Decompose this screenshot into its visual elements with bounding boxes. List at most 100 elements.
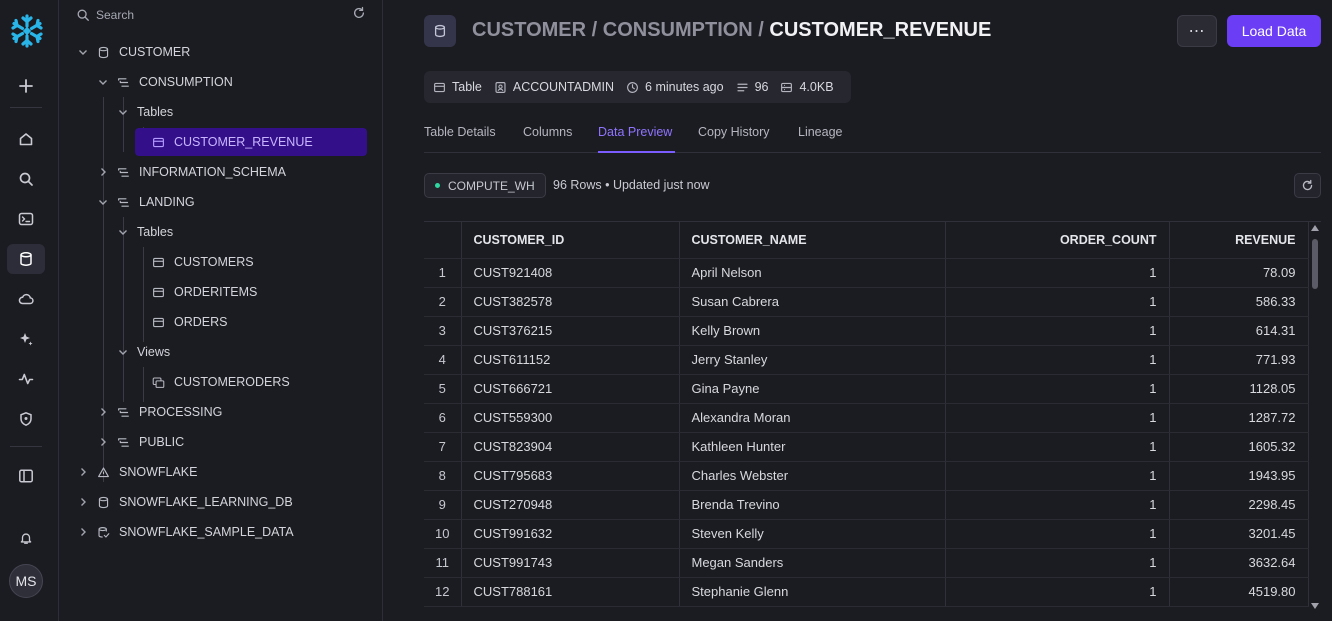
load-data-button[interactable]: Load Data xyxy=(1227,15,1321,47)
search-icon[interactable] xyxy=(7,164,45,194)
row-number-cell[interactable]: 10 xyxy=(424,519,462,549)
table-cell[interactable]: Stephanie Glenn xyxy=(679,577,946,607)
table-cell[interactable]: 78.09 xyxy=(1169,258,1309,288)
search-input[interactable]: Search xyxy=(76,4,376,26)
tab-table-details[interactable]: Table Details xyxy=(424,125,496,139)
tree-node-tables[interactable]: Tables xyxy=(117,220,173,244)
table-cell[interactable]: 586.33 xyxy=(1169,287,1309,317)
database-icon[interactable] xyxy=(7,244,45,274)
row-number-cell[interactable]: 6 xyxy=(424,403,462,433)
row-number-cell[interactable]: 1 xyxy=(424,258,462,288)
table-row[interactable]: 1 CUST921408 April Nelson 1 78.09 xyxy=(424,258,1309,288)
table-cell[interactable]: 1128.05 xyxy=(1169,374,1309,404)
tab-columns[interactable]: Columns xyxy=(523,125,572,139)
snowflake-logo[interactable] xyxy=(9,13,45,49)
column-header[interactable]: CUSTOMER_NAME xyxy=(679,222,946,259)
more-options-button[interactable]: ⋯ xyxy=(1177,15,1217,47)
column-header[interactable]: CUSTOMER_ID xyxy=(461,222,680,259)
table-cell[interactable]: 1 xyxy=(945,432,1170,462)
table-cell[interactable]: 1 xyxy=(945,519,1170,549)
table-row[interactable]: 7 CUST823904 Kathleen Hunter 1 1605.32 xyxy=(424,432,1309,462)
table-cell[interactable]: CUST666721 xyxy=(461,374,680,404)
table-cell[interactable]: CUST795683 xyxy=(461,461,680,491)
scrollbar-thumb[interactable] xyxy=(1312,239,1318,289)
table-cell[interactable]: Kelly Brown xyxy=(679,316,946,346)
table-cell[interactable]: CUST921408 xyxy=(461,258,680,288)
table-cell[interactable]: Alexandra Moran xyxy=(679,403,946,433)
tree-node-processing[interactable]: PROCESSING xyxy=(97,400,222,424)
table-cell[interactable]: Jerry Stanley xyxy=(679,345,946,375)
table-cell[interactable]: CUST376215 xyxy=(461,316,680,346)
row-number-cell[interactable]: 9 xyxy=(424,490,462,520)
row-number-cell[interactable]: 5 xyxy=(424,374,462,404)
tree-node-tables[interactable]: Tables xyxy=(117,100,173,124)
tree-node-orders[interactable]: ORDERS xyxy=(152,310,227,334)
table-cell[interactable]: Brenda Trevino xyxy=(679,490,946,520)
scroll-down-arrow[interactable] xyxy=(1311,603,1319,609)
row-number-cell[interactable]: 7 xyxy=(424,432,462,462)
table-row[interactable]: 12 CUST788161 Stephanie Glenn 1 4519.80 xyxy=(424,577,1309,607)
plus-icon[interactable] xyxy=(7,71,45,101)
refresh-icon[interactable] xyxy=(352,6,366,20)
table-row[interactable]: 11 CUST991743 Megan Sanders 1 3632.64 xyxy=(424,548,1309,578)
table-cell[interactable]: Kathleen Hunter xyxy=(679,432,946,462)
tree-node-orderitems[interactable]: ORDERITEMS xyxy=(152,280,257,304)
table-cell[interactable]: 1 xyxy=(945,287,1170,317)
table-cell[interactable]: CUST991632 xyxy=(461,519,680,549)
table-row[interactable]: 2 CUST382578 Susan Cabrera 1 586.33 xyxy=(424,287,1309,317)
tree-node-views[interactable]: Views xyxy=(117,340,170,364)
table-cell[interactable]: 1 xyxy=(945,548,1170,578)
scroll-up-arrow[interactable] xyxy=(1311,225,1319,231)
table-cell[interactable]: 1 xyxy=(945,258,1170,288)
table-row[interactable]: 9 CUST270948 Brenda Trevino 1 2298.45 xyxy=(424,490,1309,520)
table-row[interactable]: 4 CUST611152 Jerry Stanley 1 771.93 xyxy=(424,345,1309,375)
home-icon[interactable] xyxy=(7,124,45,154)
breadcrumb[interactable]: CUSTOMER / CONSUMPTION / xyxy=(472,19,769,41)
table-cell[interactable]: 3632.64 xyxy=(1169,548,1309,578)
tree-node-landing[interactable]: LANDING xyxy=(97,190,195,214)
table-row[interactable]: 10 CUST991632 Steven Kelly 1 3201.45 xyxy=(424,519,1309,549)
row-number-cell[interactable]: 4 xyxy=(424,345,462,375)
activity-icon[interactable] xyxy=(7,364,45,394)
tab-copy-history[interactable]: Copy History xyxy=(698,125,770,139)
tree-node-customer-revenue[interactable]: CUSTOMER_REVENUE xyxy=(135,128,367,156)
tree-node-customeroders[interactable]: CUSTOMERODERS xyxy=(152,370,290,394)
tab-lineage[interactable]: Lineage xyxy=(798,125,843,139)
table-cell[interactable]: 771.93 xyxy=(1169,345,1309,375)
vertical-scrollbar[interactable] xyxy=(1309,221,1321,611)
table-cell[interactable]: Megan Sanders xyxy=(679,548,946,578)
table-cell[interactable]: CUST559300 xyxy=(461,403,680,433)
tree-node-snowflake-learning-db[interactable]: SNOWFLAKE_LEARNING_DB xyxy=(77,490,293,514)
row-number-cell[interactable]: 8 xyxy=(424,461,462,491)
tree-node-customer[interactable]: CUSTOMER xyxy=(77,40,190,64)
table-cell[interactable]: 4519.80 xyxy=(1169,577,1309,607)
avatar[interactable]: MS xyxy=(9,564,43,598)
table-cell[interactable]: 1 xyxy=(945,316,1170,346)
table-cell[interactable]: CUST611152 xyxy=(461,345,680,375)
tab-data-preview[interactable]: Data Preview xyxy=(598,125,672,139)
table-cell[interactable]: 1 xyxy=(945,374,1170,404)
table-row[interactable]: 5 CUST666721 Gina Payne 1 1128.05 xyxy=(424,374,1309,404)
table-cell[interactable]: 1287.72 xyxy=(1169,403,1309,433)
tree-node-consumption[interactable]: CONSUMPTION xyxy=(97,70,233,94)
table-cell[interactable]: 1943.95 xyxy=(1169,461,1309,491)
shield-icon[interactable] xyxy=(7,404,45,434)
table-cell[interactable]: 1605.32 xyxy=(1169,432,1309,462)
table-cell[interactable]: 1 xyxy=(945,345,1170,375)
panel-icon[interactable] xyxy=(7,461,45,491)
sparkle-icon[interactable] xyxy=(7,324,45,354)
table-cell[interactable]: CUST991743 xyxy=(461,548,680,578)
column-header[interactable]: ORDER_COUNT xyxy=(945,222,1170,259)
refresh-preview-button[interactable] xyxy=(1294,173,1321,198)
table-row[interactable]: 6 CUST559300 Alexandra Moran 1 1287.72 xyxy=(424,403,1309,433)
table-cell[interactable]: 2298.45 xyxy=(1169,490,1309,520)
table-cell[interactable]: Gina Payne xyxy=(679,374,946,404)
table-cell[interactable]: Charles Webster xyxy=(679,461,946,491)
table-row[interactable]: 3 CUST376215 Kelly Brown 1 614.31 xyxy=(424,316,1309,346)
table-cell[interactable]: 1 xyxy=(945,490,1170,520)
bell-icon[interactable] xyxy=(7,523,45,553)
row-number-cell[interactable]: 11 xyxy=(424,548,462,578)
table-cell[interactable]: Steven Kelly xyxy=(679,519,946,549)
table-cell[interactable]: CUST270948 xyxy=(461,490,680,520)
table-cell[interactable]: 1 xyxy=(945,461,1170,491)
